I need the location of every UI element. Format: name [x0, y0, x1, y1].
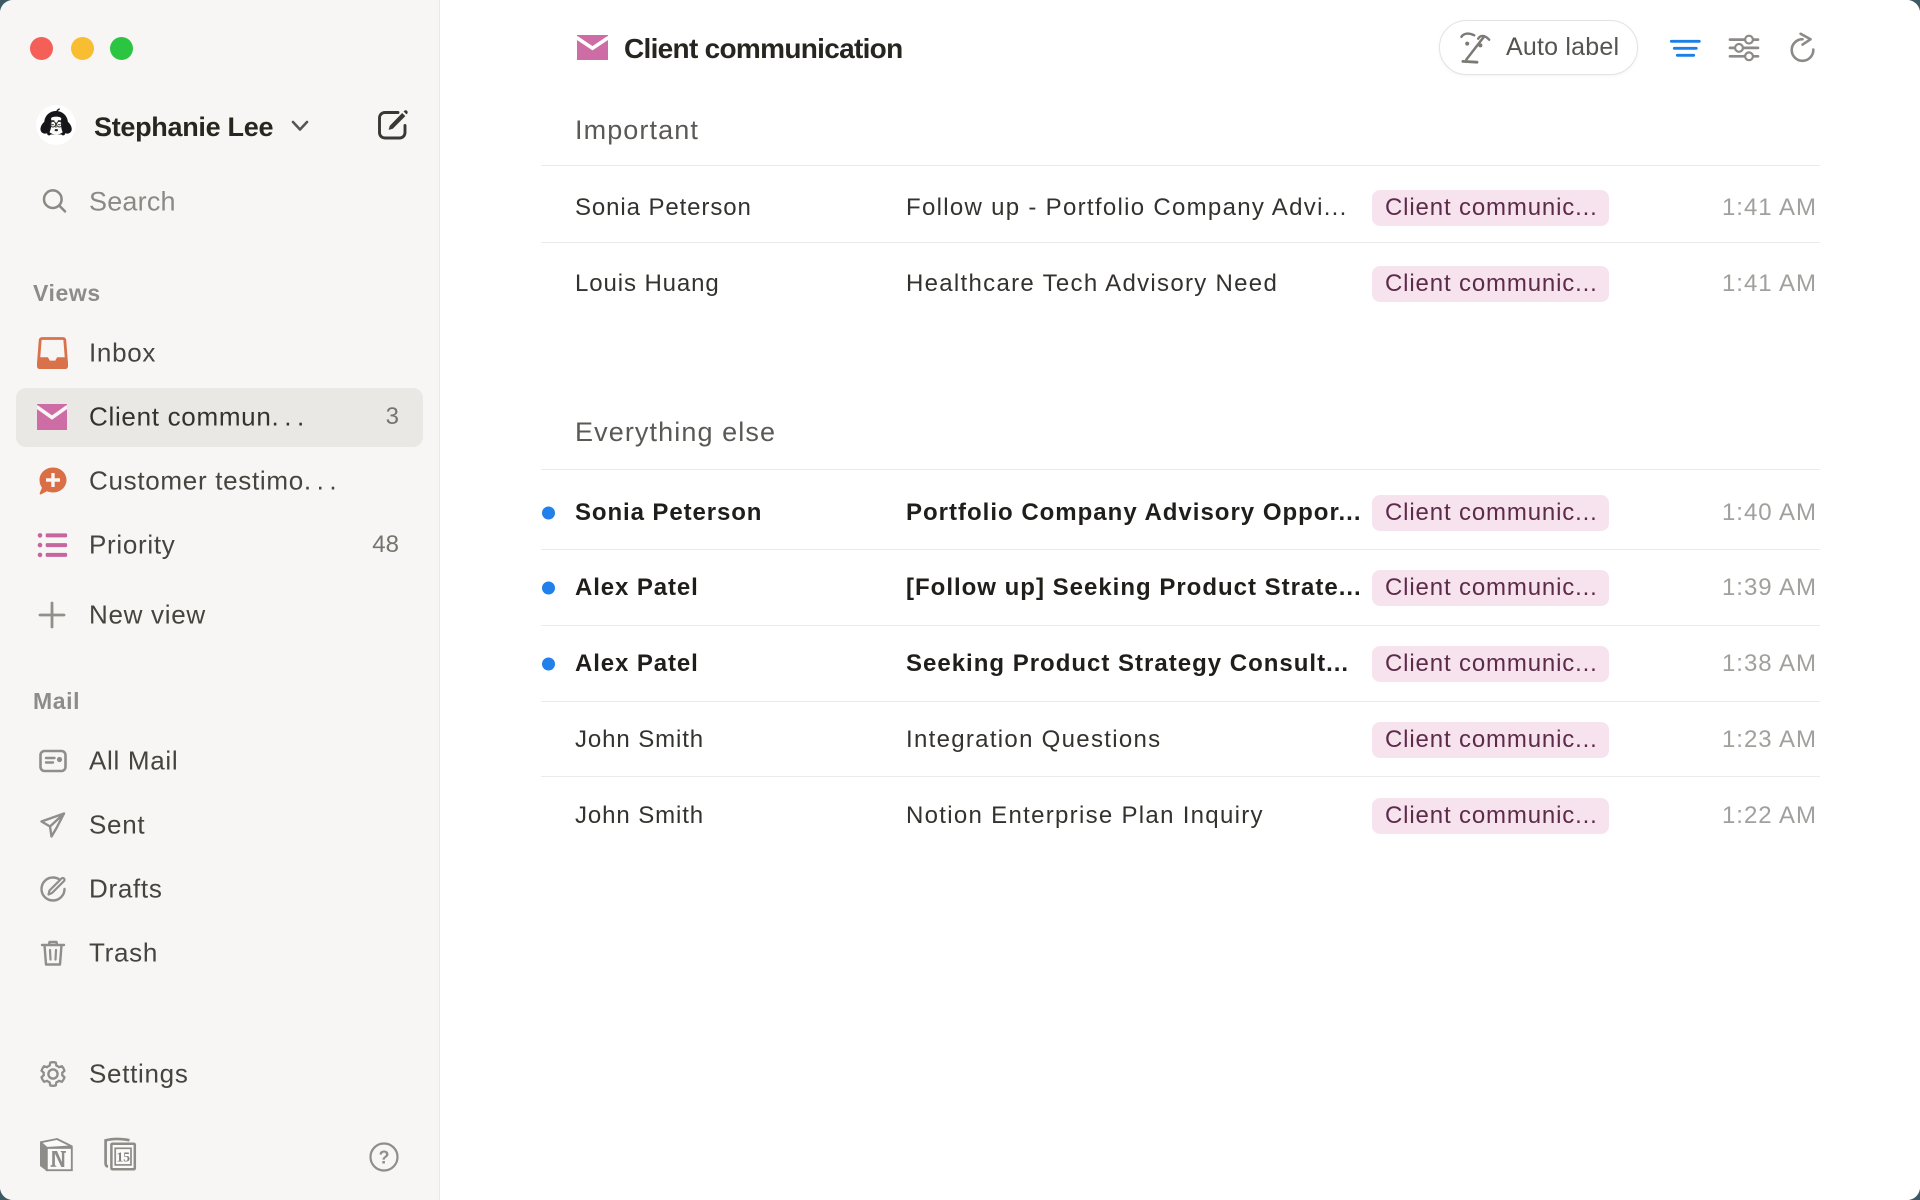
svg-text:15: 15 [116, 1150, 130, 1165]
svg-text:?: ? [379, 1148, 390, 1168]
